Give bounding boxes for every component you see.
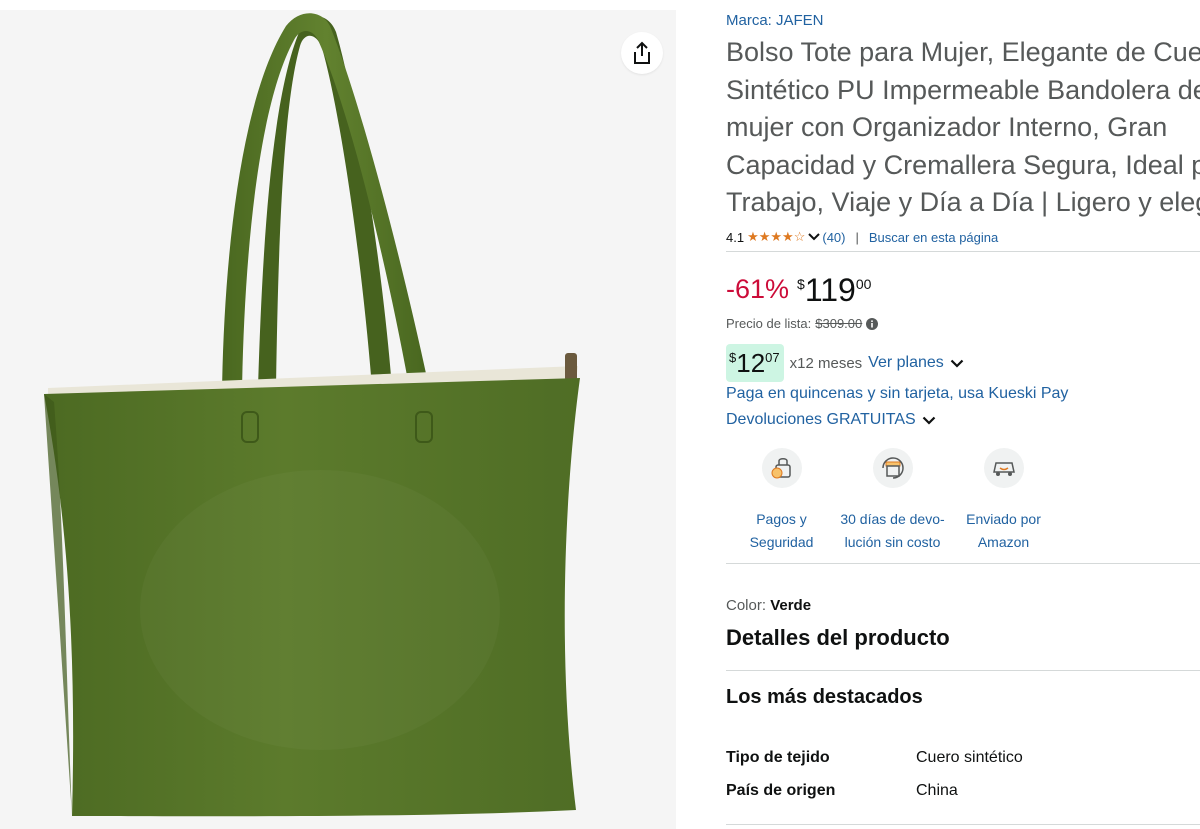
feature-returns[interactable]: 30 días de devo- lución sin costo: [837, 448, 948, 554]
review-count-link[interactable]: (40): [822, 230, 845, 245]
feature-label: Seguridad: [749, 534, 814, 550]
search-page-link[interactable]: Buscar en esta página: [869, 230, 998, 245]
product-image[interactable]: [0, 10, 676, 829]
table-row: País de origen China: [726, 774, 1023, 807]
feature-label: 30 días de devo-: [840, 511, 945, 527]
kueski-pay-link[interactable]: Paga en quincenas y sin tarjeta, usa Kue…: [726, 385, 1068, 403]
monthly-whole: 12: [736, 348, 766, 378]
title-line: Sintético PU Impermeable Bandolera de: [726, 74, 1200, 105]
view-plans-link[interactable]: Ver planes: [868, 354, 944, 372]
list-price: Precio de lista: $309.00: [726, 316, 879, 331]
list-price-label: Precio de lista:: [726, 316, 812, 331]
share-button[interactable]: [621, 32, 663, 74]
price-row: -61% $ 119 00: [726, 271, 871, 309]
color-value: Verde: [770, 597, 812, 614]
return-box-icon: [872, 448, 913, 488]
free-returns-link[interactable]: Devoluciones GRATUITAS: [726, 411, 916, 429]
spec-table: Tipo de tejido Cuero sintético País de o…: [726, 741, 1023, 807]
info-icon[interactable]: [866, 317, 879, 330]
feature-shipped-by[interactable]: Enviado por Amazon: [948, 448, 1059, 554]
divider: [726, 670, 1200, 671]
title-line: Capacidad y Cremallera Segura, Ideal par…: [726, 149, 1200, 180]
feature-icons: Pagos y Seguridad 30 días de devo- lució…: [726, 448, 1059, 554]
separator: |: [855, 229, 859, 245]
divider: [726, 563, 1200, 564]
monthly-price-badge: $ 12 07: [726, 344, 784, 382]
chevron-down-icon[interactable]: [950, 359, 964, 368]
product-info-panel: Marca: JAFEN Bolso Tote para Mujer, Eleg…: [726, 0, 1200, 829]
product-title: Bolso Tote para Mujer, Elegante de Cuero…: [726, 34, 1200, 222]
divider: [726, 251, 1200, 252]
rating-value: 4.1: [726, 229, 745, 245]
color-label: Color:: [726, 597, 767, 614]
star-icon: ★: [747, 229, 759, 244]
price-fraction: 00: [855, 276, 872, 292]
feature-secure-payment[interactable]: Pagos y Seguridad: [726, 448, 837, 554]
table-row: Tipo de tejido Cuero sintético: [726, 741, 1023, 774]
spec-value: Cuero sintético: [916, 748, 1023, 766]
highlights-heading: Los más destacados: [726, 686, 923, 708]
brand-link[interactable]: Marca: JAFEN: [726, 12, 824, 29]
share-icon: [634, 41, 650, 64]
discount-percent: -61%: [726, 274, 790, 304]
star-icon: ★: [758, 229, 771, 244]
secure-payment-icon: [761, 448, 802, 488]
months-count: x12 meses: [789, 354, 863, 372]
color-selection: Color: Verde: [726, 597, 811, 614]
monthly-currency: $: [729, 350, 737, 365]
list-price-value: $309.00: [815, 316, 863, 331]
star-icon: ★: [770, 229, 783, 244]
title-line: mujer con Organizador Interno, Gran: [726, 112, 1168, 142]
free-returns-row[interactable]: Devoluciones GRATUITAS: [726, 411, 936, 429]
feature-label: Pagos y: [756, 511, 807, 527]
star-empty-icon: ☆: [793, 229, 806, 244]
product-image-panel[interactable]: [0, 10, 676, 829]
delivery-truck-icon: [983, 448, 1024, 488]
spec-key: Tipo de tejido: [726, 748, 830, 766]
monthly-fraction: 07: [765, 350, 780, 365]
title-line: Trabajo, Viaje y Día a Día | Ligero y el…: [726, 187, 1200, 217]
price-currency: $: [797, 276, 805, 292]
product-details-heading: Detalles del producto: [726, 625, 950, 650]
rating-row: 4.1 ★ ★ ★ ★ ☆ (40) | Buscar en esta pági…: [726, 229, 998, 245]
chevron-down-icon[interactable]: [922, 416, 936, 425]
spec-value: China: [916, 781, 958, 799]
title-line: Bolso Tote para Mujer, Elegante de Cuero: [726, 37, 1200, 67]
feature-label: Enviado por: [966, 511, 1041, 527]
feature-label: lución sin costo: [844, 534, 941, 550]
divider: [726, 824, 1200, 825]
price-whole: 119: [804, 272, 856, 308]
star-icon: ★: [782, 229, 794, 244]
spec-key: País de origen: [726, 781, 836, 799]
star-rating[interactable]: ★ ★ ★ ★ ☆: [747, 229, 805, 245]
chevron-down-icon[interactable]: [808, 233, 821, 241]
feature-label: Amazon: [977, 534, 1030, 550]
installment-row: $ 12 07 x12 meses Ver planes: [726, 344, 964, 382]
